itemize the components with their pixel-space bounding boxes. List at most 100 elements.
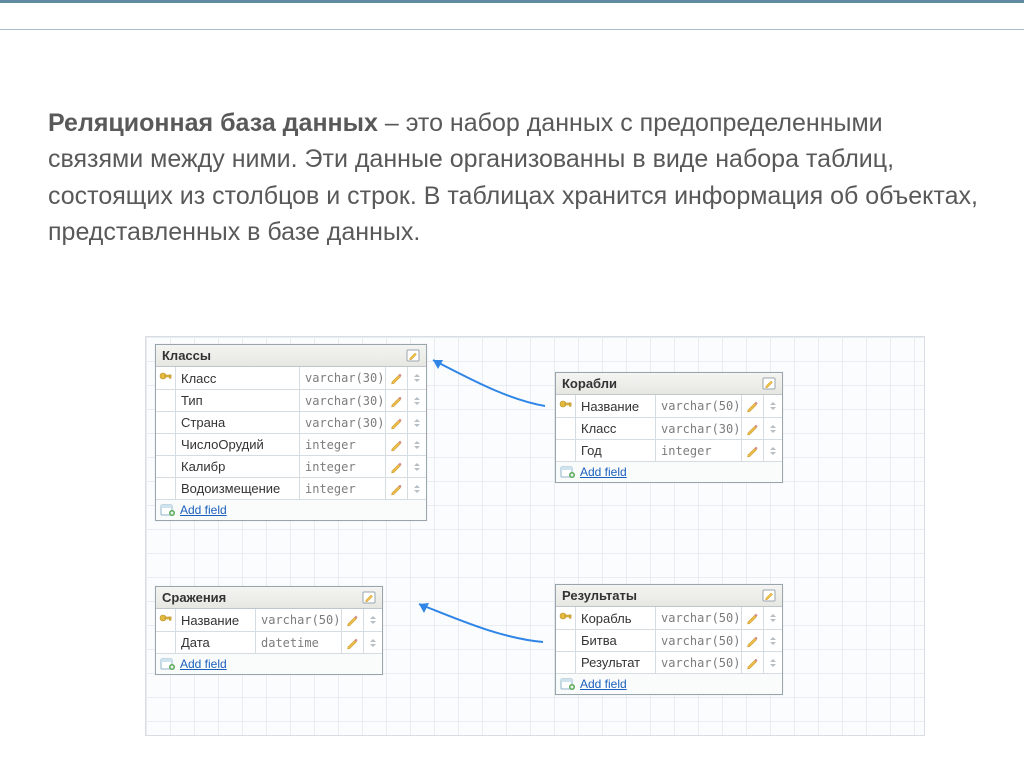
content-area: Реляционная база данных – это набор данн…: [48, 80, 984, 275]
edit-field-icon[interactable]: [386, 390, 408, 411]
reorder-field-icon[interactable]: [408, 434, 426, 455]
edit-field-icon[interactable]: [386, 412, 408, 433]
table-title: Корабли: [562, 376, 762, 391]
table-row[interactable]: Названиеvarchar(50): [556, 395, 782, 417]
add-field-link[interactable]: Add field: [180, 503, 227, 517]
table-title-bar[interactable]: Корабли: [556, 373, 782, 395]
field-name: Результат: [576, 652, 656, 673]
table-row[interactable]: Битваvarchar(50): [556, 629, 782, 651]
reorder-field-icon[interactable]: [364, 609, 382, 631]
table-title-bar[interactable]: Результаты: [556, 585, 782, 607]
edit-table-icon[interactable]: [762, 377, 778, 391]
er-diagram: КлассыКлассvarchar(30)Типvarchar(30)Стра…: [85, 330, 925, 750]
add-field-icon: [160, 657, 176, 671]
table-row[interactable]: Классvarchar(30): [556, 417, 782, 439]
table-row[interactable]: ЧислоОрудийinteger: [156, 433, 426, 455]
db-table-battles[interactable]: Сражения Названиеvarchar(50)Датаdatetime A…: [155, 586, 383, 675]
table-row[interactable]: Странаvarchar(30): [156, 411, 426, 433]
table-row[interactable]: Водоизмещениеinteger: [156, 477, 426, 499]
primary-key-cell: [156, 434, 176, 455]
edit-field-icon[interactable]: [386, 434, 408, 455]
definition-paragraph: Реляционная база данных – это набор данн…: [48, 105, 984, 250]
field-name: ЧислоОрудий: [176, 434, 300, 455]
table-row[interactable]: Датаdatetime: [156, 631, 382, 653]
table-title-bar[interactable]: Сражения: [156, 587, 382, 609]
field-type: varchar(30): [300, 367, 386, 389]
edit-field-icon[interactable]: [742, 440, 764, 461]
field-type: varchar(30): [300, 390, 386, 411]
table-body: Названиеvarchar(50)Классvarchar(30)Годin…: [556, 395, 782, 461]
term-text: Реляционная база данных: [48, 109, 378, 137]
reorder-field-icon[interactable]: [408, 367, 426, 389]
edit-field-icon[interactable]: [386, 478, 408, 499]
add-field-icon: [560, 465, 576, 479]
reorder-field-icon[interactable]: [764, 395, 782, 417]
field-name: Водоизмещение: [176, 478, 300, 499]
table-row[interactable]: Калибрinteger: [156, 455, 426, 477]
reorder-field-icon[interactable]: [764, 440, 782, 461]
edit-field-icon[interactable]: [742, 607, 764, 629]
primary-key-cell: [156, 456, 176, 477]
field-type: varchar(50): [656, 395, 742, 417]
reorder-field-icon[interactable]: [364, 632, 382, 653]
db-table-classes[interactable]: Классы Классvarchar(30)Типvarchar(30)Стра…: [155, 344, 427, 521]
edit-field-icon[interactable]: [742, 418, 764, 439]
table-title: Сражения: [162, 590, 362, 605]
add-field-row[interactable]: Add field: [556, 461, 782, 482]
reorder-field-icon[interactable]: [764, 607, 782, 629]
table-title-bar[interactable]: Классы: [156, 345, 426, 367]
edit-table-icon[interactable]: [362, 591, 378, 605]
add-field-icon: [560, 677, 576, 691]
table-row[interactable]: Годinteger: [556, 439, 782, 461]
edit-table-icon[interactable]: [762, 589, 778, 603]
field-type: varchar(50): [656, 607, 742, 629]
edit-field-icon[interactable]: [386, 367, 408, 389]
primary-key-cell: [156, 412, 176, 433]
add-field-link[interactable]: Add field: [580, 465, 627, 479]
add-field-row[interactable]: Add field: [156, 499, 426, 520]
primary-key-cell: [556, 630, 576, 651]
edit-field-icon[interactable]: [342, 609, 364, 631]
reorder-field-icon[interactable]: [408, 456, 426, 477]
edit-field-icon[interactable]: [742, 395, 764, 417]
field-name: Страна: [176, 412, 300, 433]
table-body: Классvarchar(30)Типvarchar(30)Странаvarc…: [156, 367, 426, 499]
edit-field-icon[interactable]: [742, 630, 764, 651]
table-row[interactable]: Корабльvarchar(50): [556, 607, 782, 629]
field-name: Год: [576, 440, 656, 461]
field-type: varchar(30): [300, 412, 386, 433]
db-table-ships[interactable]: Корабли Названиеvarchar(50)Классvarchar(3…: [555, 372, 783, 483]
field-type: integer: [300, 456, 386, 477]
add-field-row[interactable]: Add field: [556, 673, 782, 694]
table-row[interactable]: Типvarchar(30): [156, 389, 426, 411]
field-name: Класс: [576, 418, 656, 439]
field-type: integer: [656, 440, 742, 461]
db-table-results[interactable]: РезультатыКорабльvarchar(50)Битваvarchar…: [555, 584, 783, 695]
primary-key-cell: [556, 652, 576, 673]
table-row[interactable]: Результатvarchar(50): [556, 651, 782, 673]
table-body: Названиеvarchar(50)Датаdatetime: [156, 609, 382, 653]
reorder-field-icon[interactable]: [408, 390, 426, 411]
field-type: varchar(50): [656, 630, 742, 651]
reorder-field-icon[interactable]: [764, 652, 782, 673]
reorder-field-icon[interactable]: [408, 478, 426, 499]
table-title: Классы: [162, 348, 406, 363]
primary-key-cell: [556, 440, 576, 461]
field-type: datetime: [256, 632, 342, 653]
edit-field-icon[interactable]: [342, 632, 364, 653]
reorder-field-icon[interactable]: [764, 418, 782, 439]
add-field-row[interactable]: Add field: [156, 653, 382, 674]
reorder-field-icon[interactable]: [408, 412, 426, 433]
edit-table-icon[interactable]: [406, 349, 422, 363]
table-row[interactable]: Классvarchar(30): [156, 367, 426, 389]
add-field-link[interactable]: Add field: [180, 657, 227, 671]
edit-field-icon[interactable]: [386, 456, 408, 477]
reorder-field-icon[interactable]: [764, 630, 782, 651]
table-row[interactable]: Названиеvarchar(50): [156, 609, 382, 631]
field-type: integer: [300, 434, 386, 455]
field-type: varchar(50): [656, 652, 742, 673]
add-field-link[interactable]: Add field: [580, 677, 627, 691]
edit-field-icon[interactable]: [742, 652, 764, 673]
primary-key-cell: [556, 607, 576, 629]
primary-key-cell: [156, 367, 176, 389]
